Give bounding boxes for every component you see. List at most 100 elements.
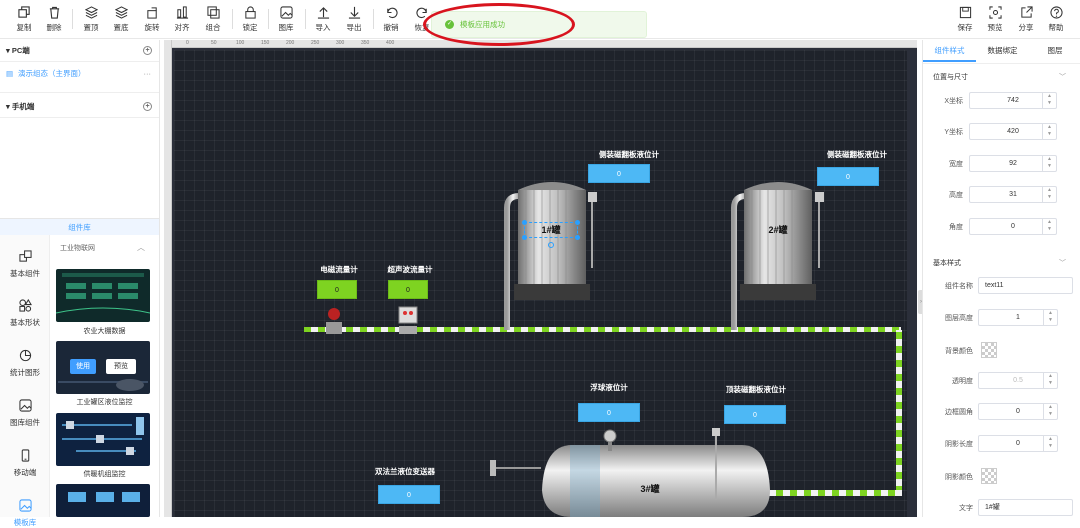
float-level-gauge-label[interactable]: 浮球液位计 [579,382,639,393]
rotate-handle[interactable] [548,242,554,248]
ultrasonic-flowmeter-label[interactable]: 超声波流量计 [380,264,440,275]
side-gauge-1-value[interactable]: 0 [588,164,650,183]
resize-handle[interactable] [575,235,580,240]
undo-button[interactable]: 撤销 [376,6,406,36]
add-page-icon[interactable]: + [143,102,152,111]
save-button[interactable]: 保存 [950,6,980,36]
ultrasonic-flowmeter-graphic [398,306,418,334]
tank-2-graphic [740,182,824,300]
electromagnetic-flowmeter-label[interactable]: 电磁流量计 [309,264,369,275]
component-name-row: 组件名称 text11 [923,277,1080,294]
opacity-input[interactable]: 0.5 ▲ ▼ [978,372,1058,389]
delete-button[interactable]: 删除 [39,6,69,36]
gallery-button[interactable]: 图库 [271,6,301,36]
category-gallery-components[interactable]: 图库组件 [0,399,50,428]
category-basic-shapes[interactable]: 基本形状 [0,299,50,328]
design-stage[interactable]: 1#罐 2#罐 3#罐 侧装磁翻板液位计 0 侧装磁翻板液位计 0 电磁流量计 … [174,50,907,517]
border-radius-input[interactable]: 0 ▲ ▼ [978,403,1058,420]
tab-layers[interactable]: 图层 [1029,40,1080,62]
category-statistics-charts[interactable]: 统计图形 [0,349,50,378]
shadow-color-row: 阴影颜色 [923,468,1080,485]
tank-3-label[interactable]: 3#罐 [629,482,671,495]
lock-button[interactable]: 锁定 [235,6,265,36]
save-icon [959,6,971,19]
float-level-gauge-value[interactable]: 0 [578,403,640,422]
file-icon: ▤ [6,69,14,78]
tank-2-label[interactable]: 2#罐 [757,223,799,236]
import-button[interactable]: 导入 [308,6,338,36]
category-template-library[interactable]: 模板库 [0,499,50,528]
page-item-main[interactable]: ▤ 演示组态（主界面） ··· [0,65,159,83]
stepper-arrows-icon[interactable]: ▲ ▼ [1042,124,1056,139]
tab-data-binding[interactable]: 数据绑定 [976,40,1029,62]
pc-section-header[interactable]: ▾ PC端 + [0,40,159,62]
stepper-arrows-icon[interactable]: ▲ ▼ [1042,156,1056,171]
component-name-input[interactable]: text11 [978,277,1073,294]
thumb-caption: 供暖机组监控 [83,471,126,478]
basic-style-section[interactable]: 基本样式 [933,258,961,268]
ultrasonic-flowmeter-value[interactable]: 0 [388,280,428,299]
chevron-down-icon[interactable]: ﹀ [1059,72,1066,82]
stepper-arrows-icon[interactable]: ▲ ▼ [1043,404,1057,419]
angle-input[interactable]: 0 ▲ ▼ [969,218,1057,235]
stepper-arrows-icon[interactable]: ▲ ▼ [1042,93,1056,108]
width-input[interactable]: 92 ▲ ▼ [969,155,1057,172]
category-mobile[interactable]: 移动端 [0,449,50,478]
send-to-bottom-label: 置底 [113,23,129,32]
group-button[interactable]: 组合 [198,6,228,36]
rotate-button[interactable]: 旋转 [137,6,167,36]
tank-1-label[interactable]: 1#罐 [530,223,572,236]
stepper-arrows-icon[interactable]: ▲ ▼ [1043,373,1057,388]
side-gauge-2-value[interactable]: 0 [817,167,879,186]
more-icon[interactable]: ··· [144,65,152,83]
shadow-color-picker[interactable] [981,468,997,484]
template-thumb-next[interactable] [56,484,150,517]
preview-button[interactable]: 预览 [980,6,1010,36]
share-button[interactable]: 分享 [1011,6,1041,36]
align-button[interactable]: 对齐 [167,6,197,36]
electromagnetic-flowmeter-value[interactable]: 0 [317,280,357,299]
height-input[interactable]: 31 ▲ ▼ [969,186,1057,203]
template-thumb-agriculture[interactable] [56,269,150,322]
stepper-arrows-icon[interactable]: ▲ ▼ [1042,219,1056,234]
pc-section-title: PC端 [11,46,30,55]
help-button[interactable]: 帮助 [1041,6,1071,36]
resize-handle[interactable] [575,220,580,225]
chevron-up-icon[interactable]: ︿ [137,242,145,253]
stepper-arrows-icon[interactable]: ▲ ▼ [1043,310,1057,325]
import-label: 导入 [315,23,331,32]
dual-flange-transmitter-value[interactable]: 0 [378,485,440,504]
dual-flange-transmitter-label[interactable]: 双法兰液位变送器 [364,466,446,477]
side-gauge-2-label[interactable]: 侧装磁翻板液位计 [817,149,897,160]
add-page-icon[interactable]: + [143,46,152,55]
chevron-down-icon[interactable]: ﹀ [1059,258,1066,268]
x-coordinate-input[interactable]: 742 ▲ ▼ [969,92,1057,109]
export-button[interactable]: 导出 [339,6,369,36]
send-to-bottom-button[interactable]: 置底 [106,6,136,36]
y-coordinate-input[interactable]: 420 ▲ ▼ [969,123,1057,140]
stepper-arrows-icon[interactable]: ▲ ▼ [1042,187,1056,202]
template-icon [18,499,32,512]
position-size-section[interactable]: 位置与尺寸 [933,72,968,82]
copy-button[interactable]: 复制 [9,6,39,36]
side-gauge-1-label[interactable]: 侧装磁翻板液位计 [589,149,669,160]
background-color-picker[interactable] [981,342,997,358]
layer-height-input[interactable]: 1 ▲ ▼ [978,309,1058,326]
mobile-section-header[interactable]: ▾ 手机端 + [0,96,159,118]
tab-component-style[interactable]: 组件样式 [923,40,976,62]
bring-to-top-button[interactable]: 置顶 [76,6,106,36]
template-thumb-tank-monitor[interactable]: 使用 预览 [56,341,150,394]
prop-key: 高度 [949,192,963,199]
top-level-gauge-value[interactable]: 0 [724,405,786,424]
shadow-length-input[interactable]: 0 ▲ ▼ [978,435,1058,452]
editor-canvas[interactable]: 0 50 100 150 200 250 300 350 400 1#罐 2#罐… [164,40,917,517]
resize-handle[interactable] [522,220,527,225]
use-template-button[interactable]: 使用 [70,359,96,374]
resize-handle[interactable] [522,235,527,240]
template-thumb-heating[interactable] [56,413,150,466]
stepper-arrows-icon[interactable]: ▲ ▼ [1043,436,1057,451]
category-basic-components[interactable]: 基本组件 [0,250,50,279]
preview-template-button[interactable]: 预览 [106,359,136,374]
top-level-gauge-label[interactable]: 顶装磁翻板液位计 [716,384,796,395]
text-input[interactable]: 1#罐 [978,499,1073,516]
